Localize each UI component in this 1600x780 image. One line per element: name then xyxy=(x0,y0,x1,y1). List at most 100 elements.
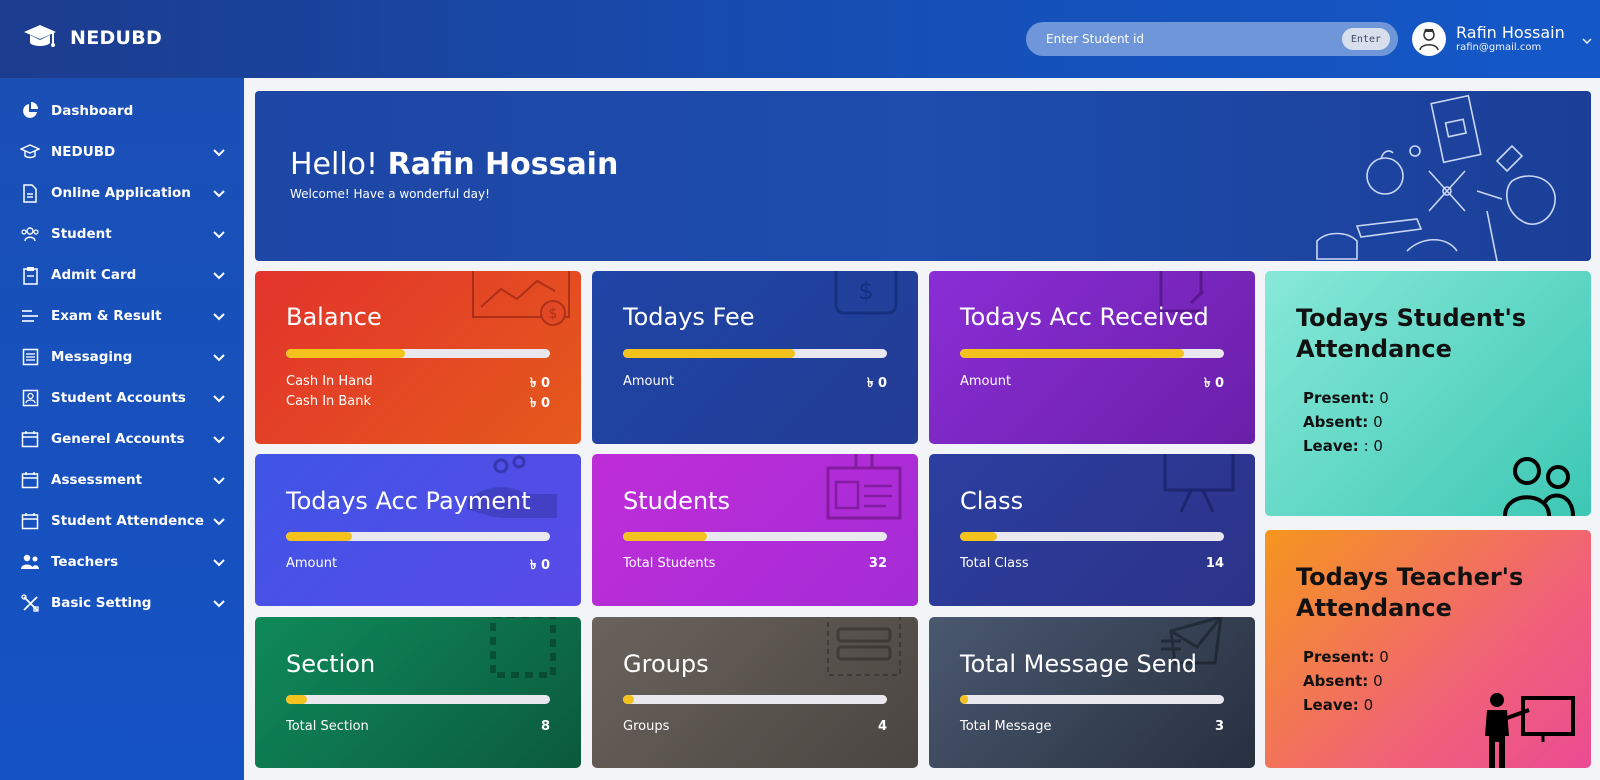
svg-text:$: $ xyxy=(549,306,558,322)
sidebar-item-generel-accounts[interactable]: Generel Accounts xyxy=(20,424,226,454)
card-row: Cash In Hand ৳ 0 xyxy=(286,374,550,395)
student-id-input[interactable] xyxy=(1046,32,1326,46)
progress-fill xyxy=(286,695,308,704)
balance-card[interactable]: $ Balance Cash In Hand ৳ 0 Cash In Bank … xyxy=(255,271,581,444)
absent-label: Absent: xyxy=(1303,672,1369,690)
row-value: ৳ 0 xyxy=(866,376,887,391)
card-row: Total Students 32 xyxy=(623,556,887,571)
user-email: rafin@gmail.com xyxy=(1456,42,1542,53)
calendar-icon xyxy=(20,511,40,531)
sidebar-item-label: Admit Card xyxy=(51,267,137,283)
todays-acc-received-card[interactable]: Todays Acc Received Amount ৳ 0 xyxy=(929,271,1255,444)
row-value: 4 xyxy=(877,719,887,734)
sidebar-item-student-accounts[interactable]: Student Accounts xyxy=(20,383,226,413)
absent-count: Absent: 0 xyxy=(1303,413,1383,431)
avatar xyxy=(1412,22,1446,56)
chevron-down-icon xyxy=(213,190,225,198)
clipboard-icon xyxy=(20,265,40,285)
row-label: Cash In Hand xyxy=(286,374,373,389)
absent-value: 0 xyxy=(1373,413,1383,431)
card-title: Total Message Send xyxy=(960,650,1197,678)
teachers-icon xyxy=(20,552,40,572)
graduation-cap-logo-icon xyxy=(24,25,56,47)
sidebar-item-teachers[interactable]: Teachers xyxy=(20,547,226,577)
row-label: Total Class xyxy=(960,556,1029,571)
present-count: Present: 0 xyxy=(1303,389,1389,407)
sidebar-item-basic-setting[interactable]: Basic Setting xyxy=(20,588,226,618)
row-label: Total Message xyxy=(960,719,1052,734)
brand[interactable]: NEDUBD xyxy=(22,22,162,54)
sidebar-item-label: Dashboard xyxy=(51,103,134,119)
students-card[interactable]: Students Total Students 32 xyxy=(592,454,918,606)
card-title: Students xyxy=(623,487,730,515)
section-grid-icon xyxy=(490,617,556,678)
sidebar-item-nedubd[interactable]: NEDUBD xyxy=(20,137,226,167)
todays-acc-payment-card[interactable]: Todays Acc Payment Amount ৳ 0 xyxy=(255,454,581,606)
row-label: Cash In Bank xyxy=(286,394,372,409)
teacher-attendance-card[interactable]: Todays Teacher's Attendance Present: 0 A… xyxy=(1265,530,1591,768)
card-row: Cash In Bank ৳ 0 xyxy=(286,394,550,415)
chevron-down-icon xyxy=(213,395,225,403)
student-id-card-icon xyxy=(826,454,902,520)
leave-value: : 0 xyxy=(1363,437,1383,455)
chart-money-icon: $ xyxy=(472,271,570,326)
todays-fee-card[interactable]: $ Todays Fee Amount ৳ 0 xyxy=(592,271,918,444)
sidebar-item-student-attendence[interactable]: Student Attendence xyxy=(20,506,226,536)
student-attendance-card[interactable]: Todays Student's Attendance Present: 0 A… xyxy=(1265,271,1591,516)
user-avatar-icon xyxy=(1419,29,1439,51)
calendar-icon xyxy=(20,470,40,490)
leave-count: Leave: 0 xyxy=(1303,696,1373,714)
chevron-down-icon xyxy=(1582,38,1592,45)
sidebar-item-online-application[interactable]: Online Application xyxy=(20,178,226,208)
leave-value: 0 xyxy=(1363,696,1374,714)
chevron-down-icon xyxy=(213,477,225,485)
message-icon xyxy=(20,347,40,367)
leave-label: Leave: xyxy=(1303,696,1359,714)
row-value: 32 xyxy=(868,556,887,571)
card-row: Amount ৳ 0 xyxy=(960,374,1224,395)
top-header: NEDUBD Enter Rafin Hossain rafin@gmail.c… xyxy=(0,0,1600,78)
row-label: Total Students xyxy=(623,556,716,571)
student-search: Enter xyxy=(1026,22,1398,56)
present-count: Present: 0 xyxy=(1303,648,1389,666)
chevron-down-icon xyxy=(213,518,225,526)
progress-fill xyxy=(960,695,968,704)
search-enter-button[interactable]: Enter xyxy=(1341,28,1390,50)
progress-bar xyxy=(286,349,550,358)
sidebar-item-student[interactable]: Student xyxy=(20,219,226,249)
whiteboard-icon xyxy=(1163,454,1235,513)
class-card[interactable]: Class Total Class 14 xyxy=(929,454,1255,606)
sidebar-item-assessment[interactable]: Assessment xyxy=(20,465,226,495)
card-title: Groups xyxy=(623,650,709,678)
dollar-icon: $ xyxy=(834,271,898,315)
total-message-send-card[interactable]: Total Message Send Total Message 3 xyxy=(929,617,1255,768)
teacher-board-icon xyxy=(1485,693,1575,768)
row-value: ৳ 0 xyxy=(529,396,550,411)
sidebar-item-label: Online Application xyxy=(51,185,191,201)
section-card[interactable]: Section Total Section 8 xyxy=(255,617,581,768)
card-title: Class xyxy=(960,487,1024,515)
absent-label: Absent: xyxy=(1303,413,1369,431)
groups-card[interactable]: Groups Groups 4 xyxy=(592,617,918,768)
user-menu[interactable]: Rafin Hossain rafin@gmail.com xyxy=(1412,22,1593,56)
row-value: ৳ 0 xyxy=(529,558,550,573)
sidebar-item-messaging[interactable]: Messaging xyxy=(20,342,226,372)
sidebar-item-admit-card[interactable]: Admit Card xyxy=(20,260,226,290)
leave-label: Leave: xyxy=(1303,437,1359,455)
greeting-heading: Hello! Rafin Hossain xyxy=(290,147,618,182)
card-title: Todays Acc Payment xyxy=(286,487,531,515)
groups-icon xyxy=(827,617,901,676)
list-icon xyxy=(20,306,40,326)
graduation-cap-icon xyxy=(20,142,40,162)
welcome-subtitle: Welcome! Have a wonderful day! xyxy=(290,187,490,201)
sidebar-item-exam-result[interactable]: Exam & Result xyxy=(20,301,226,331)
progress-fill xyxy=(960,532,997,541)
sidebar-item-label: Exam & Result xyxy=(51,308,162,324)
sidebar-item-label: Student Accounts xyxy=(51,390,186,406)
sidebar-item-dashboard[interactable]: Dashboard xyxy=(20,96,226,126)
chevron-down-icon xyxy=(213,354,225,362)
sidebar-item-label: Generel Accounts xyxy=(51,431,185,447)
progress-bar xyxy=(960,349,1224,358)
pie-chart-icon xyxy=(20,101,40,121)
present-label: Present: xyxy=(1303,389,1375,407)
